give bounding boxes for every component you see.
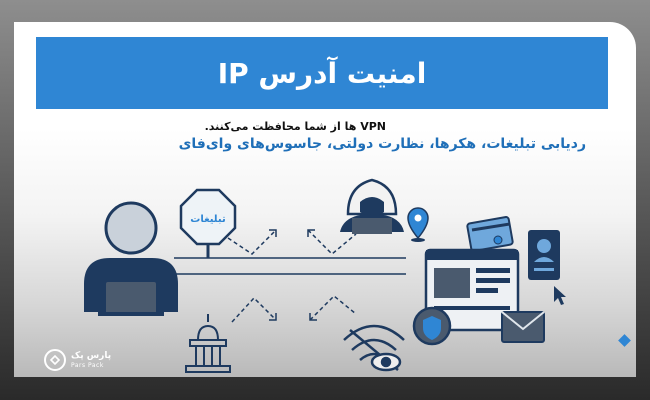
shield-icon [412,306,452,346]
logo-name-fa: پارس پک [71,350,112,361]
government-building-icon [185,314,231,373]
cursor-icon [554,286,566,305]
subtitle-line-1: VPN ها از شما محافظت می‌کنند. [204,120,386,133]
user-icon [84,201,178,316]
credit-card-icon [466,216,514,252]
blocked-arrow-government [231,296,277,323]
logo-mark-icon [44,349,66,371]
stop-sign-icon: تبلیغات [179,188,237,258]
blocked-arrow-wifi [309,294,357,321]
blocked-arrow-hacker [307,229,357,256]
hacker-icon [340,178,404,234]
page-title: امنیت آدرس IP [217,56,427,90]
illustration: تبلیغات [84,178,566,373]
title-banner: امنیت آدرس IP [36,37,608,109]
blocked-arrow-ads [227,229,277,255]
subtitle-line-2: ردیابی تبلیغات، هکرها، نظارت دولتی، جاسو… [178,136,586,152]
location-pin-icon [407,207,429,242]
infographic-card: امنیت آدرس IP VPN ها از شما محافظت می‌کن… [14,22,636,377]
logo-name-en: Pars Pack [71,361,104,369]
envelope-icon [501,311,545,343]
brand-logo: پارس پک Pars Pack [44,349,111,371]
id-card-icon [528,230,560,280]
ads-sign-label: تبلیغات [190,214,226,225]
wifi-eye-icon [343,324,405,372]
